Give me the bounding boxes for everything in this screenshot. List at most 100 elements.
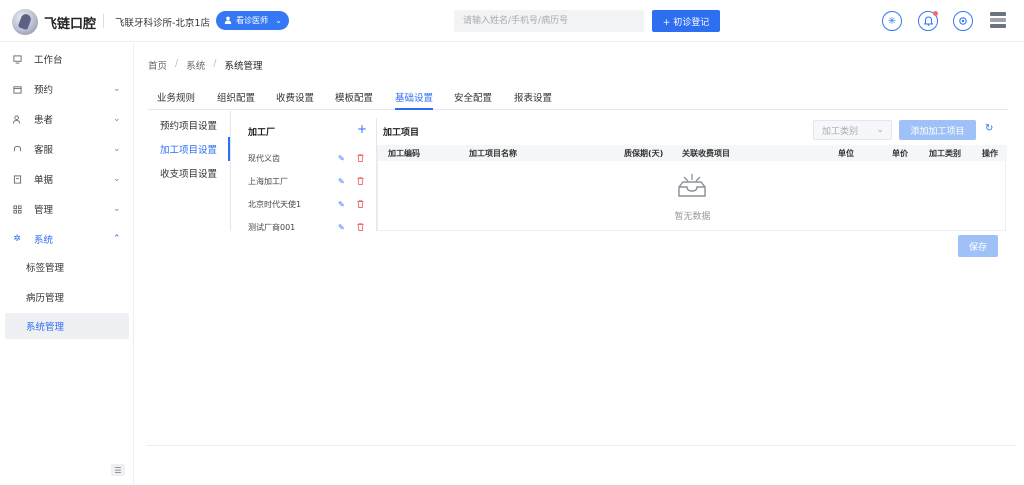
delete-icon[interactable] xyxy=(357,154,364,162)
doctor-select-label: 看诊医师 xyxy=(236,16,268,25)
sidebar-subitem-records[interactable]: 病历管理 xyxy=(5,284,129,310)
delete-icon[interactable] xyxy=(357,223,364,231)
sidebar-item-appointment[interactable]: 预约 ⌄ xyxy=(0,74,134,104)
tab-security-config[interactable]: 安全配置 xyxy=(454,90,492,110)
chevron-down-icon: ⌄ xyxy=(113,204,121,214)
breadcrumb-separator: / xyxy=(213,58,217,69)
clinic-name: 飞联牙科诊所-北京1店 xyxy=(115,18,210,29)
factory-row[interactable]: 测试厂商001 ✎ xyxy=(238,217,370,237)
desktop-icon xyxy=(12,54,22,64)
divider xyxy=(103,14,104,28)
factory-row[interactable]: 上海加工厂 ✎ xyxy=(238,171,370,191)
tab-charge-settings[interactable]: 收费设置 xyxy=(276,90,314,110)
processing-items-title: 加工项目 xyxy=(383,128,420,138)
menu-income-expense-items[interactable]: 收支项目设置 xyxy=(148,161,230,185)
breadcrumb-current: 系统管理 xyxy=(224,61,263,72)
basic-settings-menu: 预约项目设置 加工项目设置 收支项目设置 xyxy=(148,111,230,471)
column-header: 加工编码 xyxy=(388,149,420,158)
add-processing-item-button[interactable]: 添加加工项目 xyxy=(899,120,976,140)
column-header: 加工项目名称 xyxy=(469,149,517,158)
sidebar-item-label: 工作台 xyxy=(34,55,63,66)
chevron-down-icon: ⌄ xyxy=(113,144,121,154)
settings-tabs: 业务规则 组织配置 收费设置 模板配置 基础设置 安全配置 报表设置 xyxy=(148,84,1008,110)
edit-icon[interactable]: ✎ xyxy=(338,177,345,186)
add-factory-icon[interactable]: + xyxy=(357,122,367,136)
processing-items-table: 加工编码 加工项目名称 质保期(天) 关联收费项目 单位 单价 加工类别 操作 … xyxy=(377,145,1007,231)
delete-icon[interactable] xyxy=(357,200,364,208)
factory-name: 北京时代天使1 xyxy=(248,199,302,209)
menu-processing-items[interactable]: 加工项目设置 xyxy=(148,137,230,161)
chevron-up-icon: ⌃ xyxy=(113,234,121,244)
column-header: 单位 xyxy=(838,149,854,158)
column-header: 操作 xyxy=(982,149,998,158)
breadcrumb-system[interactable]: 系统 xyxy=(186,58,205,72)
chevron-down-icon: ⌄ xyxy=(113,84,121,94)
sidebar-item-management[interactable]: 管理 ⌄ xyxy=(0,194,134,224)
patient-search-input[interactable] xyxy=(454,10,644,32)
tab-business-rules[interactable]: 业务规则 xyxy=(157,90,195,110)
notification-dot xyxy=(933,11,938,16)
refresh-icon[interactable]: ↻ xyxy=(985,123,993,134)
factory-name: 测试厂商001 xyxy=(248,222,296,232)
sidebar-item-system[interactable]: ✲ 系统 ⌃ xyxy=(0,224,134,254)
menu-appointment-items[interactable]: 预约项目设置 xyxy=(148,113,230,137)
top-bar: 飞链口腔 飞联牙科诊所-北京1店 看诊医师 ⌄ + 初诊登记 ✳ xyxy=(0,0,1024,42)
headset-icon xyxy=(12,144,22,154)
sidebar-item-label: 管理 xyxy=(34,205,54,216)
tab-basic-settings[interactable]: 基础设置 xyxy=(395,90,434,110)
chevron-down-icon: ⌄ xyxy=(876,125,884,135)
users-icon xyxy=(12,114,22,124)
column-header: 关联收费项目 xyxy=(682,149,730,158)
edit-icon[interactable]: ✎ xyxy=(338,223,345,232)
calendar-icon xyxy=(12,84,22,94)
factory-name: 上海加工厂 xyxy=(248,176,288,186)
edit-icon[interactable]: ✎ xyxy=(338,200,345,209)
empty-state-text: 暂无数据 xyxy=(674,212,711,222)
sidebar-item-service[interactable]: 客服 ⌄ xyxy=(0,134,134,164)
delete-icon[interactable] xyxy=(357,177,364,185)
table-header: 加工编码 加工项目名称 质保期(天) 关联收费项目 单位 单价 加工类别 操作 xyxy=(378,145,1007,161)
divider xyxy=(230,111,231,231)
collapse-sidebar-icon[interactable]: ☰ xyxy=(111,464,125,476)
doctor-select-button[interactable]: 看诊医师 ⌄ xyxy=(216,11,289,30)
sidebar-item-label: 患者 xyxy=(34,115,54,126)
save-button[interactable]: 保存 xyxy=(958,235,998,257)
breadcrumb: 首页 / 系统 / 系统管理 xyxy=(148,58,262,72)
sidebar-item-label: 单据 xyxy=(34,175,54,186)
sidebar-subitem-tags[interactable]: 标签管理 xyxy=(5,254,129,280)
factory-name: 现代义齿 xyxy=(248,153,280,163)
first-visit-register-button[interactable]: + 初诊登记 xyxy=(652,10,720,32)
sidebar-item-label: 预约 xyxy=(34,85,54,96)
brand-name: 飞链口腔 xyxy=(44,17,97,32)
tab-org-config[interactable]: 组织配置 xyxy=(217,90,255,110)
sidebar-subitem-system-management[interactable]: 系统管理 xyxy=(5,313,129,339)
column-header: 单价 xyxy=(892,149,908,158)
bell-icon[interactable] xyxy=(918,11,938,31)
divider xyxy=(146,445,1016,446)
settings-icon[interactable] xyxy=(953,11,973,31)
tab-template-config[interactable]: 模板配置 xyxy=(335,90,373,110)
gear-icon: ✲ xyxy=(13,234,21,244)
column-header: 质保期(天) xyxy=(624,149,664,158)
sidebar-item-workbench[interactable]: 工作台 xyxy=(0,44,134,74)
column-header: 加工类别 xyxy=(929,149,961,158)
breadcrumb-home[interactable]: 首页 xyxy=(148,58,167,72)
factory-row[interactable]: 北京时代天使1 ✎ xyxy=(238,194,370,214)
sidebar-item-documents[interactable]: 单据 ⌄ xyxy=(0,164,134,194)
processing-type-placeholder: 加工类别 xyxy=(822,126,859,137)
empty-box-icon xyxy=(678,174,706,197)
sidebar-item-patients[interactable]: 患者 ⌄ xyxy=(0,104,134,134)
tab-report-settings[interactable]: 报表设置 xyxy=(514,90,552,110)
sidebar-item-label: 客服 xyxy=(34,145,54,156)
chevron-down-icon: ⌄ xyxy=(275,16,282,25)
processing-type-select[interactable]: 加工类别 ⌄ xyxy=(813,120,892,140)
account-icon[interactable] xyxy=(990,12,1006,28)
sidebar: 工作台 预约 ⌄ 患者 ⌄ 客服 ⌄ 单据 ⌄ 管理 ⌄ ✲ 系统 ⌃ 标签管理… xyxy=(0,43,134,485)
edit-icon[interactable]: ✎ xyxy=(338,154,345,163)
sun-icon[interactable]: ✳ xyxy=(882,11,902,31)
factory-row[interactable]: 现代义齿 ✎ xyxy=(238,148,370,168)
factory-panel-title: 加工厂 xyxy=(248,128,276,138)
breadcrumb-separator: / xyxy=(175,58,179,69)
grid-icon xyxy=(12,204,22,214)
chevron-down-icon: ⌄ xyxy=(113,114,121,124)
